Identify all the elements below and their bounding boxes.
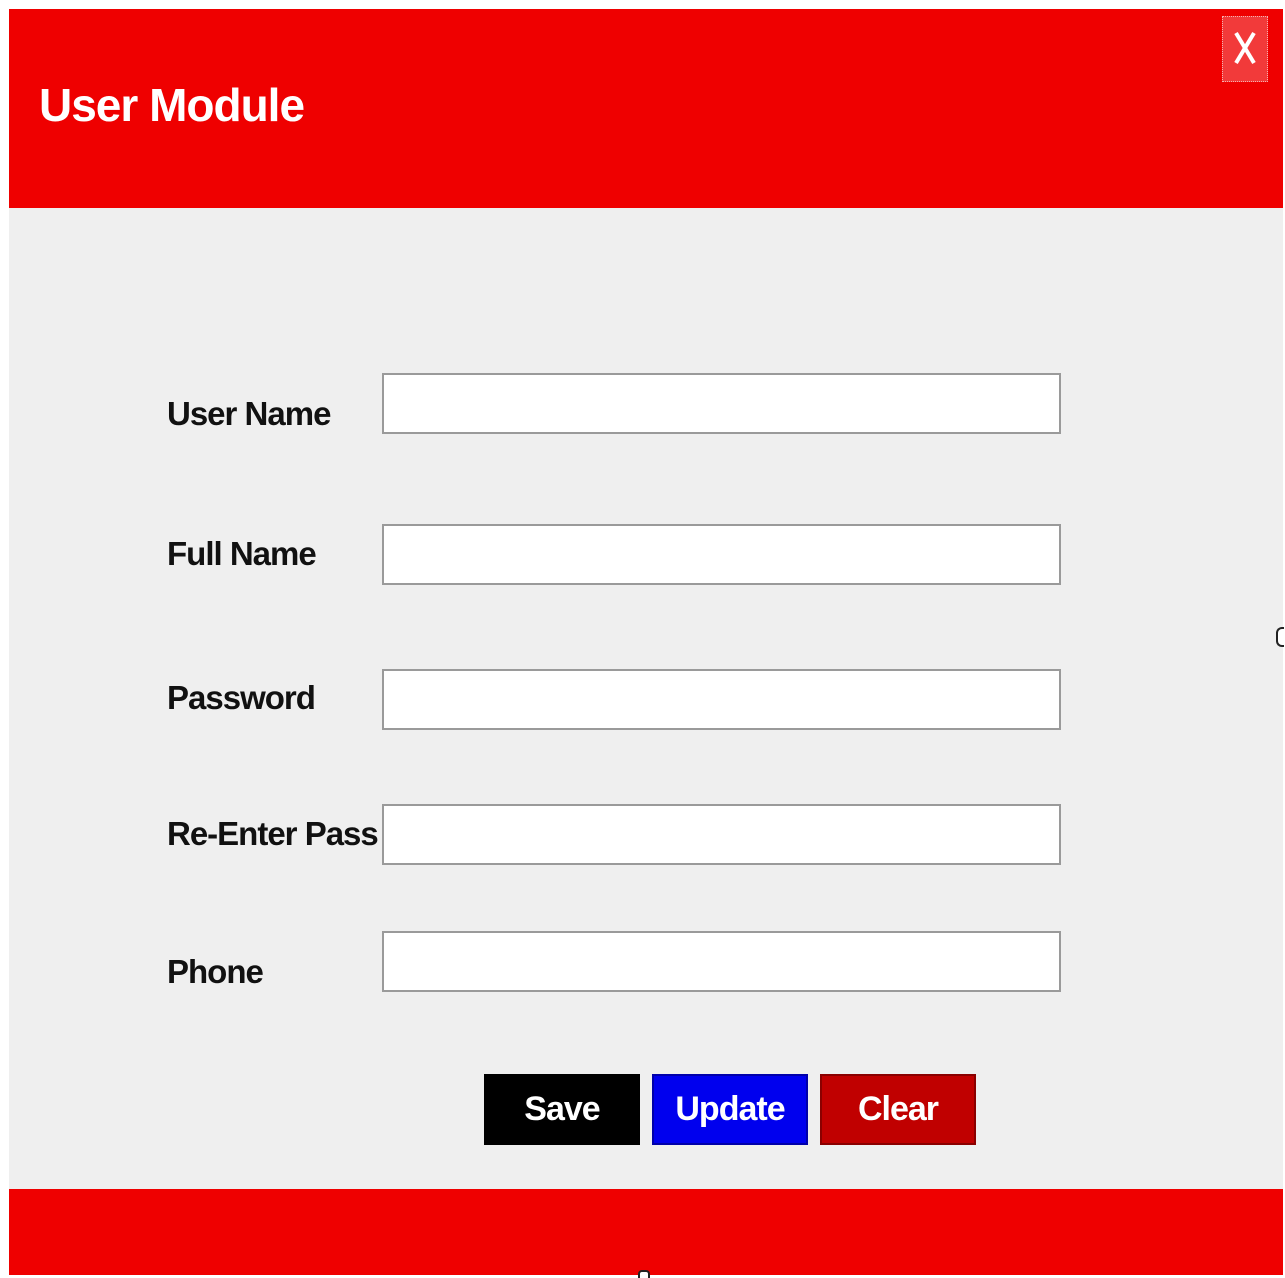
save-button[interactable]: Save [484,1074,640,1145]
close-button[interactable] [1222,16,1268,82]
password-input[interactable] [382,669,1061,730]
phone-label: Phone [167,953,264,990]
re-enter-password-label: Re-Enter Pass [167,815,379,852]
footer-bar [9,1189,1283,1275]
user-module-window: User Module User Name Full Name Password… [9,9,1283,1275]
update-button[interactable]: Update [652,1074,808,1145]
password-label: Password [167,679,316,716]
phone-input[interactable] [382,931,1061,992]
title-bar: User Module [9,9,1283,208]
close-icon [1234,31,1256,65]
resize-handle-right[interactable] [1276,627,1284,647]
clear-button[interactable]: Clear [820,1074,976,1145]
user-name-label: User Name [167,395,331,432]
resize-handle-bottom[interactable] [638,1270,650,1278]
full-name-label: Full Name [167,535,317,572]
window-title: User Module [39,79,305,131]
re-enter-password-input[interactable] [382,804,1061,865]
full-name-input[interactable] [382,524,1061,585]
user-name-input[interactable] [382,373,1061,434]
